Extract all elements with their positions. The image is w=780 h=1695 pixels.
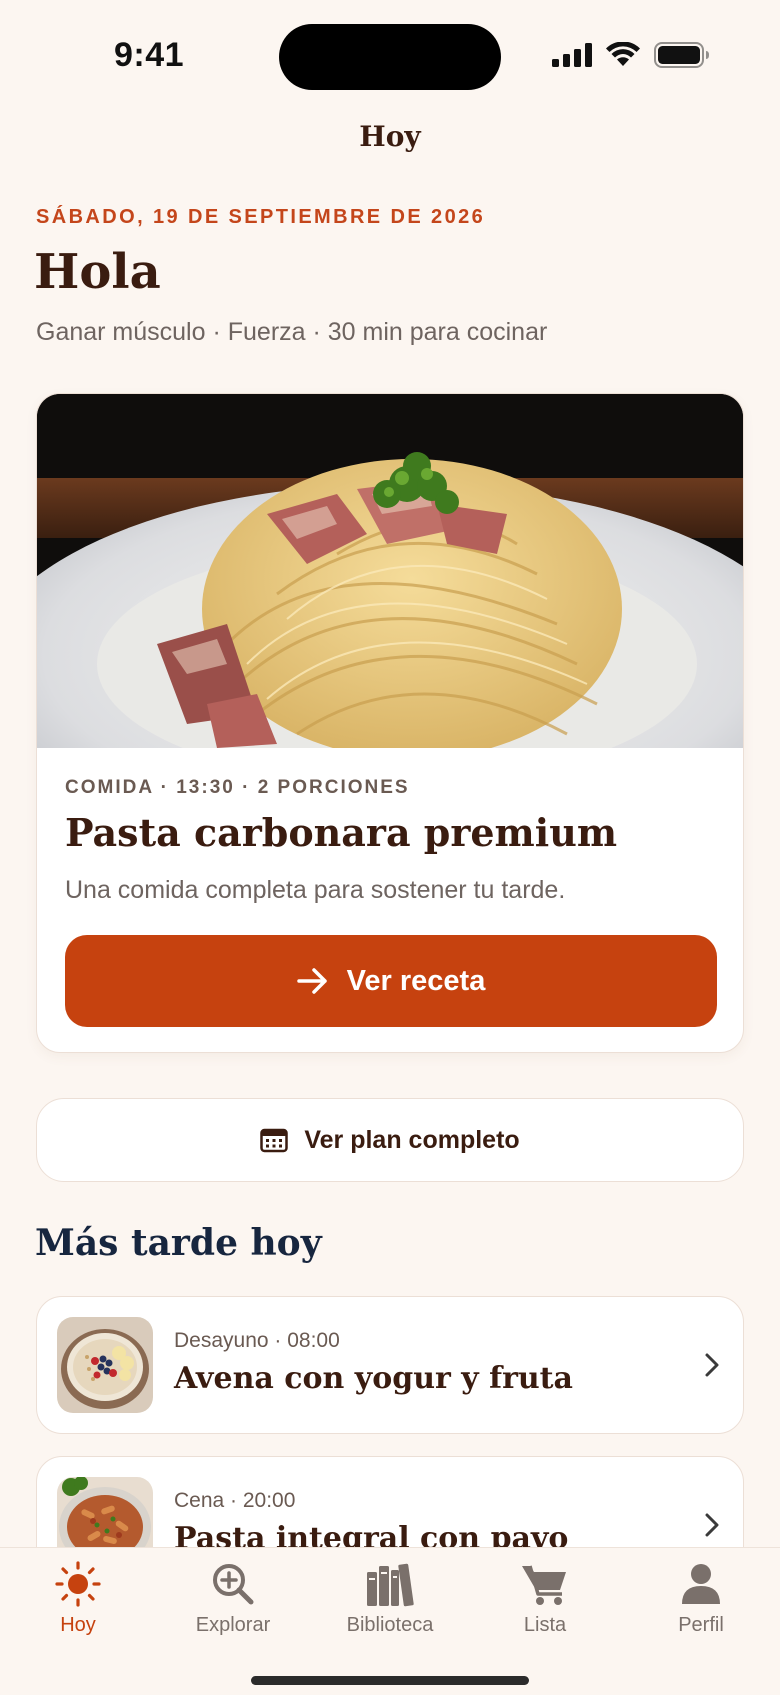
books-icon [367,1563,414,1607]
tab-label: Perfil [678,1614,724,1636]
view-recipe-label: Ver receta [346,964,486,997]
tab-biblioteca[interactable]: Biblioteca [330,1560,450,1637]
greeting-heading: Hola [34,244,161,300]
tab-label: Hoy [60,1614,96,1636]
tab-label: Biblioteca [346,1614,434,1636]
meal-meta: Cena · 20:00 [174,1489,296,1512]
featured-meal-title: Pasta carbonara premium [65,810,618,855]
arrow-right-icon [296,968,327,994]
chevron-right-icon [705,1353,719,1377]
tab-hoy[interactable]: Hoy [18,1560,138,1637]
home-indicator [251,1676,529,1685]
battery-icon [654,42,709,68]
sun-icon [55,1561,101,1607]
wifi-icon [606,42,640,66]
meal-title: Avena con yogur y fruta [174,1361,573,1396]
goal-subtitle: Ganar músculo · Fuerza · 30 min para coc… [36,318,548,346]
calendar-icon [260,1128,289,1153]
status-time: 9:41 [114,36,185,74]
view-full-plan-button[interactable]: Ver plan completo [36,1098,744,1182]
pasta-carbonara-photo [37,394,743,748]
tab-label: Explorar [195,1614,271,1636]
dynamic-island [279,24,501,90]
featured-meal-meta: COMIDA · 13:30 · 2 PORCIONES [65,777,410,798]
nav-title: Hoy [359,120,421,153]
tab-perfil[interactable]: Perfil [641,1560,761,1637]
tab-explorar[interactable]: Explorar [173,1560,293,1637]
featured-meal-card[interactable]: COMIDA · 13:30 · 2 PORCIONES Pasta carbo… [36,393,744,1053]
meal-meta: Desayuno · 08:00 [174,1329,340,1352]
cellular-signal-icon [552,43,592,67]
search-icon [213,1564,254,1605]
view-full-plan-label: Ver plan completo [304,1125,520,1154]
cart-icon [522,1565,566,1605]
view-recipe-button[interactable]: Ver receta [65,935,717,1027]
status-icons [552,42,710,68]
chevron-right-icon [705,1513,719,1537]
later-today-heading: Más tarde hoy [35,1222,322,1264]
tab-lista[interactable]: Lista [485,1560,605,1637]
person-icon [682,1564,720,1604]
tab-bar: Hoy Explorar Biblioteca Lista Perfil [0,1547,780,1695]
oatmeal-bowl-photo [57,1317,153,1413]
status-bar: 9:41 [0,0,780,110]
tab-label: Lista [523,1614,567,1636]
list-item[interactable]: Desayuno · 08:00 Avena con yogur y fruta [36,1296,744,1434]
featured-meal-description: Una comida completa para sostener tu tar… [65,876,566,904]
date-label: SÁBADO, 19 DE SEPTIEMBRE DE 2026 [36,206,486,228]
